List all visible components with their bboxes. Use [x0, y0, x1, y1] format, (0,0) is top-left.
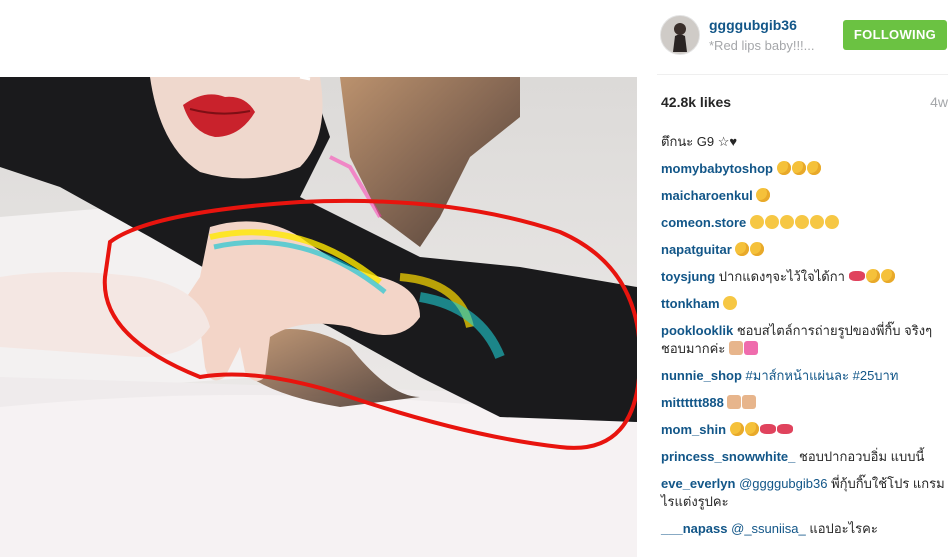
- kiss-emoji-icon: [791, 161, 806, 175]
- post-age: 4w: [930, 94, 948, 110]
- comment-mention[interactable]: #มาส์กหน้าแผ่นละ #25บาท: [746, 368, 899, 383]
- thumb-emoji-icon: [728, 341, 743, 355]
- grin-emoji-icon: [749, 215, 764, 229]
- comment-item: mom_shin: [661, 421, 948, 439]
- following-button[interactable]: FOLLOWING: [843, 20, 947, 50]
- comment-item: toysjung ปากแดงๆจะไว้ใจได้กา: [661, 268, 948, 286]
- lips-emoji-icon: [759, 424, 776, 434]
- comment-username[interactable]: comeon.store: [661, 215, 746, 230]
- post-photo[interactable]: [0, 77, 637, 557]
- kiss-emoji-icon: [880, 269, 895, 283]
- lips-emoji-icon: [848, 271, 865, 281]
- comment-username[interactable]: eve_everlyn: [661, 476, 735, 491]
- comment-item: momybabytoshop: [661, 160, 948, 178]
- grin-emoji-icon: [764, 215, 779, 229]
- comment-item: maicharoenkul: [661, 187, 948, 205]
- kiss-emoji-icon: [865, 269, 880, 283]
- post-header: ggggubgib36 *Red lips baby!!!... FOLLOWI…: [657, 0, 948, 75]
- thumb-emoji-icon: [727, 395, 742, 409]
- comment-item: nunnie_shop #มาส์กหน้าแผ่นละ #25บาท: [661, 367, 948, 385]
- comment-username[interactable]: napatguitar: [661, 242, 732, 257]
- comment-item: princess_snowwhite_ ชอบปากอวบอิ่ม แบบนี้: [661, 448, 948, 466]
- comment-username[interactable]: toysjung: [661, 269, 715, 284]
- comment-list: ตึกนะ G9 ☆♥ momybabytoshop maicharoenkul…: [661, 133, 948, 547]
- kiss-emoji-icon: [729, 422, 744, 436]
- comment-text: ปากแดงๆจะไว้ใจได้กา: [718, 269, 849, 284]
- comment-text: ชอบปากอวบอิ่ม แบบนี้: [799, 449, 925, 464]
- comment-item: eve_everlyn @ggggubgib36 พี่กุ้บกิ๊บใช้โ…: [661, 475, 948, 511]
- comment-text: แอปอะไรคะ: [809, 521, 878, 536]
- kiss-emoji-icon: [750, 242, 765, 256]
- grin-emoji-icon: [824, 215, 839, 229]
- post-sidebar: ggggubgib36 *Red lips baby!!!... FOLLOWI…: [637, 0, 948, 557]
- grin-emoji-icon: [779, 215, 794, 229]
- thumb-emoji-icon: [742, 395, 757, 409]
- lips-emoji-icon: [776, 424, 793, 434]
- kiss-emoji-icon: [735, 242, 750, 256]
- comment-item: pooklooklik ชอบสไตล์การถ่ายรูปของพี่กิ๊บ…: [661, 322, 948, 358]
- grin-emoji-icon: [723, 296, 738, 310]
- comment-mention[interactable]: @ggggubgib36: [739, 476, 827, 491]
- caption: ตึกนะ G9 ☆♥: [661, 133, 948, 151]
- grin-emoji-icon: [794, 215, 809, 229]
- comment-username[interactable]: ttonkham: [661, 296, 720, 311]
- comment-username[interactable]: nunnie_shop: [661, 368, 742, 383]
- comment-item: ___napass @_ssuniisa_ แอปอะไรคะ: [661, 520, 948, 538]
- avatar[interactable]: [660, 15, 700, 55]
- comment-username[interactable]: pooklooklik: [661, 323, 733, 338]
- heart-emoji-icon: [743, 341, 758, 355]
- comment-username[interactable]: mom_shin: [661, 422, 726, 437]
- kiss-emoji-icon: [806, 161, 821, 175]
- caption-text: ตึกนะ G9 ☆♥: [661, 134, 738, 149]
- caption-preview: *Red lips baby!!!...: [709, 38, 815, 53]
- comment-item: mitttttt888: [661, 394, 948, 412]
- kiss-emoji-icon: [744, 422, 759, 436]
- comment-username[interactable]: maicharoenkul: [661, 188, 753, 203]
- likes-row: 42.8k likes 4w: [661, 94, 948, 114]
- kiss-emoji-icon: [776, 161, 791, 175]
- comment-username[interactable]: princess_snowwhite_: [661, 449, 795, 464]
- comment-item: comeon.store: [661, 214, 948, 232]
- like-count[interactable]: 42.8k likes: [661, 94, 731, 110]
- photo-illustration: [0, 77, 637, 557]
- kiss-emoji-icon: [756, 188, 771, 202]
- comment-username[interactable]: mitttttt888: [661, 395, 724, 410]
- comment-mention[interactable]: @_ssuniisa_: [731, 521, 806, 536]
- avatar-image: [661, 16, 699, 54]
- post-username[interactable]: ggggubgib36: [709, 17, 797, 33]
- grin-emoji-icon: [809, 215, 824, 229]
- comment-username[interactable]: ___napass: [661, 521, 728, 536]
- comment-item: napatguitar: [661, 241, 948, 259]
- comment-item: ttonkham: [661, 295, 948, 313]
- comment-username[interactable]: momybabytoshop: [661, 161, 773, 176]
